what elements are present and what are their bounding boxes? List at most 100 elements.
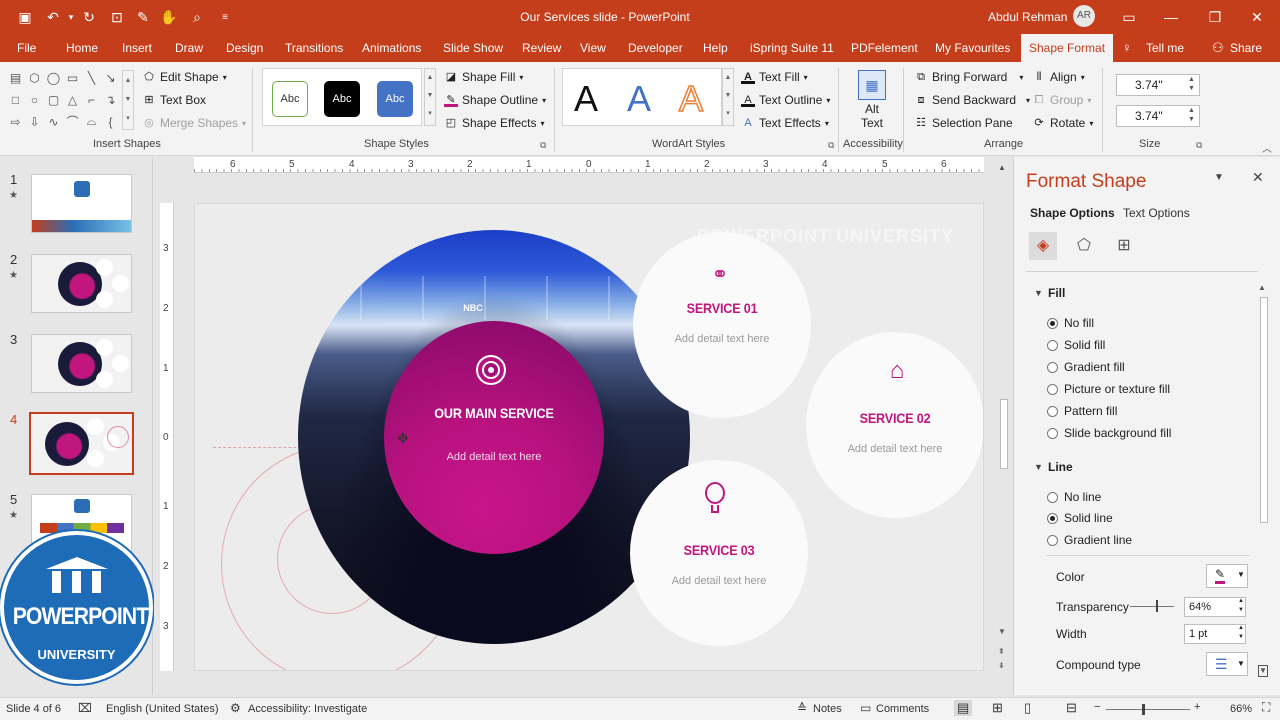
accessibility-status[interactable]: Accessibility: Investigate bbox=[248, 703, 367, 715]
wordart-style-orange[interactable]: A bbox=[678, 76, 704, 122]
wordart-scroll[interactable]: ▲ ▼ ▾ bbox=[722, 68, 734, 126]
pattern-fill-option[interactable]: Pattern fill bbox=[1047, 404, 1117, 418]
text-outline-button[interactable]: A Text Outline ▾ bbox=[741, 93, 830, 107]
solid-fill-radio[interactable] bbox=[1047, 339, 1058, 351]
group-button[interactable]: ⧠ Group ▾ bbox=[1032, 93, 1092, 107]
slide-show-icon[interactable]: ⊟ bbox=[1066, 700, 1077, 716]
service-02-detail[interactable]: Add detail text here bbox=[806, 443, 983, 455]
previous-slide-icon[interactable]: ⇞ bbox=[998, 647, 1005, 656]
triangle-shape-icon[interactable]: △ bbox=[65, 92, 80, 107]
service-01-title[interactable]: SERVICE 01 bbox=[642, 300, 802, 316]
rotate-button[interactable]: ⟳ Rotate ▾ bbox=[1032, 116, 1093, 130]
service-03-circle[interactable]: SERVICE 03 Add detail text here bbox=[630, 460, 808, 646]
main-service-title[interactable]: OUR MAIN SERVICE bbox=[395, 405, 593, 421]
brace-shape-icon[interactable]: { bbox=[103, 114, 118, 129]
slide-thumbnail-2[interactable] bbox=[31, 254, 132, 313]
scroll-down-icon[interactable]: ▼ bbox=[1258, 665, 1268, 677]
merge-shapes-button[interactable]: ◎ Merge Shapes ▾ bbox=[142, 116, 246, 130]
dialog-launcher-icon[interactable]: ⧉ bbox=[1196, 140, 1202, 151]
spelling-icon[interactable]: ⌧ bbox=[78, 701, 92, 715]
collapse-ribbon-icon[interactable]: ︿ bbox=[1262, 140, 1272, 155]
no-fill-option[interactable]: No fill bbox=[1047, 316, 1094, 330]
service-01-circle[interactable]: ⚭ SERVICE 01 Add detail text here bbox=[633, 232, 811, 418]
zoom-level[interactable]: 66% bbox=[1230, 703, 1252, 715]
slide-counter[interactable]: Slide 4 of 6 bbox=[6, 703, 61, 715]
tab-pdfelement[interactable]: PDFelement bbox=[851, 34, 918, 62]
tab-animations[interactable]: Animations bbox=[362, 34, 421, 62]
tab-review[interactable]: Review bbox=[522, 34, 561, 62]
fit-to-window-icon[interactable]: ⛶ bbox=[1262, 700, 1270, 715]
no-fill-radio[interactable] bbox=[1047, 317, 1058, 329]
scroll-thumb[interactable] bbox=[1260, 297, 1268, 523]
service-01-detail[interactable]: Add detail text here bbox=[633, 333, 811, 345]
scroll-up-icon[interactable]: ▲ bbox=[998, 163, 1006, 172]
slider-thumb[interactable] bbox=[1156, 600, 1158, 612]
comments-button[interactable]: Comments bbox=[876, 703, 929, 715]
down-arrow-shape-icon[interactable]: ⇩ bbox=[27, 114, 42, 129]
service-02-title[interactable]: SERVICE 02 bbox=[815, 410, 975, 426]
tab-slide-show[interactable]: Slide Show bbox=[443, 34, 503, 62]
tab-shape-options[interactable]: Shape Options bbox=[1030, 206, 1115, 220]
width-spinner[interactable]: ▲ ▼ bbox=[1238, 624, 1244, 642]
no-line-radio[interactable] bbox=[1047, 491, 1058, 503]
normal-view-icon[interactable]: ▤ bbox=[954, 700, 973, 716]
zoom-slider[interactable] bbox=[1106, 704, 1190, 715]
touch-mode-icon[interactable]: ✋ bbox=[160, 8, 178, 26]
transparency-slider[interactable] bbox=[1130, 600, 1174, 612]
service-03-detail[interactable]: Add detail text here bbox=[630, 575, 808, 587]
rectangle-shape-icon[interactable]: ▭ bbox=[65, 70, 80, 85]
transparency-input[interactable]: 64% bbox=[1184, 597, 1246, 617]
scroll-up-icon[interactable]: ▲ bbox=[1258, 283, 1266, 292]
slide-bg-fill-radio[interactable] bbox=[1047, 427, 1058, 439]
service-02-circle[interactable]: ⌂ SERVICE 02 Add detail text here bbox=[806, 332, 983, 518]
undo-dropdown-icon[interactable]: ▾ bbox=[62, 8, 80, 26]
main-service-circle[interactable]: OUR MAIN SERVICE Add detail text here bbox=[384, 321, 604, 554]
share-button[interactable]: Share bbox=[1230, 34, 1262, 62]
elbow-connector-shape-icon[interactable]: ⌐ bbox=[84, 92, 99, 107]
tab-draw[interactable]: Draw bbox=[175, 34, 203, 62]
gradient-line-radio[interactable] bbox=[1047, 534, 1058, 546]
pane-options-chevron-icon[interactable]: ▼ bbox=[1214, 172, 1224, 183]
alt-text-button[interactable]: ▦ Alt Text bbox=[852, 68, 892, 134]
slide-thumbnail-4-selected[interactable] bbox=[29, 412, 134, 475]
compound-type-picker[interactable]: ☰ ▼ bbox=[1206, 652, 1248, 676]
zoom-slider-thumb[interactable] bbox=[1142, 704, 1145, 715]
tab-text-options[interactable]: Text Options bbox=[1123, 206, 1190, 220]
minimize-icon[interactable]: — bbox=[1160, 6, 1182, 28]
tab-my-favourites[interactable]: My Favourites bbox=[935, 34, 1010, 62]
picture-fill-option[interactable]: Picture or texture fill bbox=[1047, 382, 1170, 396]
wordart-style-blue[interactable]: A bbox=[627, 76, 651, 122]
shape-fill-button[interactable]: ◪ Shape Fill ▾ bbox=[444, 70, 524, 84]
zoom-out-icon[interactable]: − bbox=[1094, 701, 1100, 713]
gradient-fill-option[interactable]: Gradient fill bbox=[1047, 360, 1125, 374]
slide-sorter-icon[interactable]: ⊞ bbox=[992, 700, 1003, 716]
user-name[interactable]: Abdul Rehman bbox=[988, 10, 1067, 24]
size-properties-icon[interactable]: ⊞ bbox=[1110, 232, 1138, 260]
rounded-rect-shape-icon[interactable]: ▢ bbox=[46, 92, 61, 107]
tab-shape-format[interactable]: Shape Format bbox=[1021, 34, 1114, 62]
shapes-gallery[interactable]: ▤ ⬡ ◯ ▭ ╲ ↘ □ ○ ▢ △ ⌐ ↴ ⇨ ⇩ ∿ ⌒ ⌓ { bbox=[8, 70, 126, 130]
tab-developer[interactable]: Developer bbox=[628, 34, 683, 62]
fill-section-header[interactable]: Fill bbox=[1048, 286, 1065, 300]
accessibility-icon[interactable]: ⚙ bbox=[230, 701, 241, 715]
text-box-button[interactable]: ⊞ Text Box bbox=[142, 93, 206, 107]
notes-button[interactable]: Notes bbox=[813, 703, 842, 715]
text-fill-button[interactable]: A Text Fill ▾ bbox=[741, 70, 808, 84]
style-fill-black[interactable]: Abc bbox=[324, 81, 360, 117]
main-service-detail[interactable]: Add detail text here bbox=[384, 451, 604, 463]
solid-line-option[interactable]: Solid line bbox=[1047, 511, 1113, 525]
fill-line-icon[interactable]: ◈ bbox=[1029, 232, 1057, 260]
redo-icon[interactable]: ↻ bbox=[80, 8, 98, 26]
tab-transitions[interactable]: Transitions bbox=[285, 34, 343, 62]
textbox-shape-icon[interactable]: ▤ bbox=[8, 70, 23, 85]
dialog-launcher-icon[interactable]: ⧉ bbox=[540, 140, 546, 151]
scroll-thumb[interactable] bbox=[1000, 399, 1008, 469]
bring-forward-button[interactable]: ⧉ Bring Forward ▾ bbox=[914, 70, 1023, 84]
tab-home[interactable]: Home bbox=[66, 34, 98, 62]
hexagon-shape-icon[interactable]: ⬡ bbox=[27, 70, 42, 85]
print-preview-icon[interactable]: ⌕ bbox=[188, 8, 206, 26]
oval-shape-icon[interactable]: ◯ bbox=[46, 70, 61, 85]
freeform-shape-icon[interactable]: ∿ bbox=[46, 114, 61, 129]
slide-thumbnail-1[interactable] bbox=[31, 174, 132, 233]
align-button[interactable]: ⫴ Align ▾ bbox=[1032, 70, 1085, 84]
